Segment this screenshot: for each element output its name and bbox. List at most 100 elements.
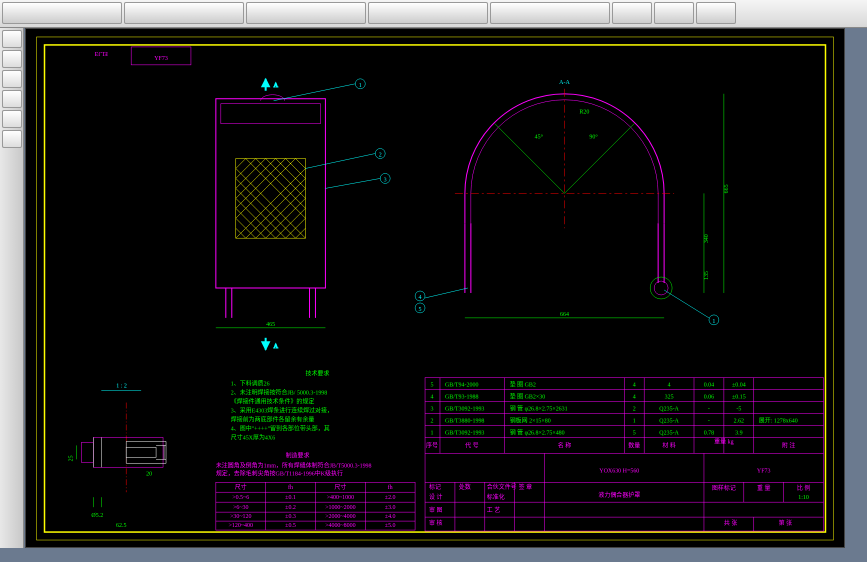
svg-text:焊接前为两底部件各留余有余量: 焊接前为两底部件各留余有余量 [231,415,315,423]
svg-text:2: 2 [379,153,382,159]
svg-text:合伙文件号: 合伙文件号 [487,483,517,491]
svg-text:1:10: 1:10 [798,495,809,501]
svg-text:A: A [274,83,279,89]
svg-text:±0.2: ±0.2 [285,505,296,511]
svg-text:2: 2 [431,418,434,424]
svg-text:审 核: 审 核 [429,519,442,527]
inner-frame [45,45,826,532]
svg-text:135: 135 [704,271,710,280]
tool-button[interactable] [2,110,22,128]
svg-text:审 图: 审 图 [429,506,442,514]
svg-text:±0.3: ±0.3 [285,514,296,520]
svg-text:数量: 数量 [628,441,640,449]
svg-text:垫 圈 GB2: 垫 圈 GB2 [510,381,536,389]
toolbar-dropdown[interactable] [246,2,366,24]
svg-text:标记: 标记 [429,483,441,491]
svg-text:-: - [708,407,710,413]
svg-text:《焊接件通用技术条件》的规定: 《焊接件通用技术条件》的规定 [231,398,315,406]
toolbar-button[interactable] [654,2,694,24]
svg-text:2: 2 [633,407,636,413]
tool-button[interactable] [2,30,22,48]
tool-button[interactable] [2,90,22,108]
svg-text:±4.0: ±4.0 [385,514,396,520]
tool-button[interactable] [2,130,22,148]
svg-text:>2000~4000: >2000~4000 [325,514,355,520]
drawing-canvas[interactable]: YF73 ELJƎ 465 A A 1 2 [25,28,845,548]
svg-text:90°: 90° [589,134,598,141]
svg-text:4: 4 [668,383,671,389]
svg-text:3: 3 [384,177,387,183]
svg-text:重 量: 重 量 [757,484,770,492]
toolbar-dropdown[interactable] [368,2,488,24]
scale-label: 1 : 2 [116,384,127,390]
svg-text:-: - [708,418,710,424]
svg-text:>4000~8000: >4000~8000 [325,523,355,529]
svg-text:664: 664 [560,312,569,318]
svg-text:5: 5 [633,430,636,436]
svg-text:名 称: 名 称 [558,441,571,449]
svg-text:未注圆角及倒角为1mm，所有焊缝体制符合JB/T5000.3: 未注圆角及倒角为1mm，所有焊缝体制符合JB/T5000.3-1998 [216,461,372,469]
svg-text:GB/T3092-1993: GB/T3092-1993 [445,430,484,436]
svg-text:0.06: 0.06 [704,395,714,401]
svg-text:Ø5.2: Ø5.2 [91,513,103,519]
svg-text:1: 1 [633,418,636,424]
svg-text:>120~400: >120~400 [228,523,253,529]
svg-text:3.9: 3.9 [735,430,742,436]
svg-text:fh: fh [388,484,393,491]
svg-text:工 艺: 工 艺 [487,506,500,514]
svg-text:钢板网 2×15×80: 钢板网 2×15×80 [510,416,551,424]
left-toolbar [0,28,24,548]
svg-text:材 料: 材 料 [662,441,675,449]
svg-text:A: A [274,344,279,350]
svg-text:GB/T3880-1998: GB/T3880-1998 [445,418,484,424]
dim-width: 465 [266,322,275,328]
toolbar-dropdown[interactable] [2,2,122,24]
svg-text:5: 5 [431,383,434,389]
section-mark-bot: A [262,338,279,350]
tool-button[interactable] [2,70,22,88]
svg-text:5: 5 [419,307,422,313]
svg-text:4: 4 [419,295,422,301]
svg-text:GB/T93-1988: GB/T93-1988 [445,395,479,401]
svg-text:比 例: 比 例 [797,484,810,492]
svg-text:0.78: 0.78 [704,430,714,436]
svg-text:签 章: 签 章 [519,483,532,491]
front-view: 465 A A 1 2 3 [216,79,390,350]
svg-text:2.62: 2.62 [734,418,744,424]
svg-text:技术要求: 技术要求 [306,370,330,378]
svg-text:±0.04: ±0.04 [732,383,746,389]
product-code: YOX630 H=560 [599,468,639,474]
top-toolbar [0,0,867,28]
toolbar-button[interactable] [612,2,652,24]
svg-text:第 张: 第 张 [779,519,792,527]
svg-text:±0.15: ±0.15 [732,395,746,401]
svg-text:设 计: 设 计 [429,493,442,501]
svg-text:20: 20 [146,471,152,477]
svg-text:GB/T94-2000: GB/T94-2000 [445,383,479,389]
section-label: A-A [559,80,570,86]
svg-text:代 号: 代 号 [465,441,478,449]
svg-text:GB/T3092-1993: GB/T3092-1993 [445,407,484,413]
toolbar-button[interactable] [696,2,736,24]
section-mark-top: A [262,79,279,91]
svg-text:>0.5~6: >0.5~6 [232,495,249,501]
tool-button[interactable] [2,50,22,68]
toolbar-dropdown[interactable] [124,2,244,24]
svg-text:标准化: 标准化 [487,493,505,501]
svg-text:±3.0: ±3.0 [385,505,396,511]
svg-text:±0.5: ±0.5 [285,523,296,529]
svg-text:序号: 序号 [426,441,438,449]
svg-text:1: 1 [359,83,362,89]
svg-text:钢 管 φ26.8×2.75×480: 钢 管 φ26.8×2.75×480 [510,428,565,436]
svg-text:3: 3 [431,407,434,413]
svg-text:665: 665 [724,184,730,193]
svg-text:图样标记: 图样标记 [712,484,736,492]
svg-text:制造要求: 制造要求 [286,451,310,459]
svg-text:4: 4 [431,395,434,401]
svg-text:4: 4 [633,395,636,401]
svg-text:2、未注明焊接按符合JB/ 5000.3-1998: 2、未注明焊接按符合JB/ 5000.3-1998 [231,389,328,397]
toolbar-dropdown[interactable] [490,2,610,24]
svg-text:处数: 处数 [459,483,471,491]
svg-text:附 注: 附 注 [782,441,795,449]
svg-text:垫 圈 GB2×30: 垫 圈 GB2×30 [510,393,546,401]
